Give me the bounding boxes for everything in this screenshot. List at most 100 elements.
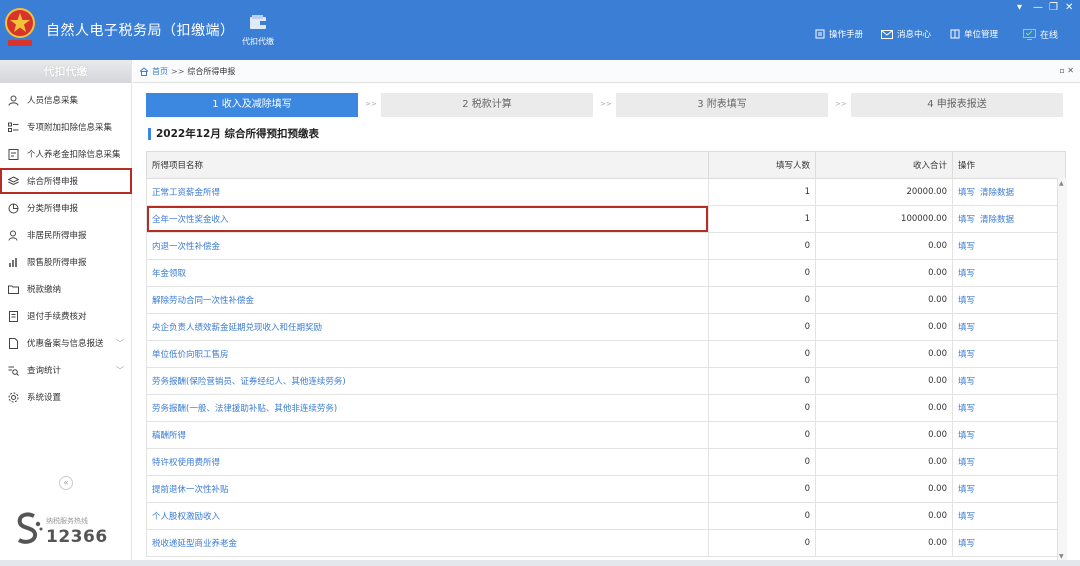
fill-link[interactable]: 填写 [958, 215, 975, 225]
sidebar-item-special-deduction[interactable]: 专项附加扣除信息采集 [0, 114, 132, 140]
step-income-deduction[interactable]: 1 收入及减除填写 [146, 93, 358, 117]
income-total: 0.00 [815, 340, 953, 368]
col-count: 填写人数 [708, 151, 816, 179]
module-label: 代扣代缴 [242, 37, 274, 46]
manual-label: 操作手册 [829, 30, 864, 40]
income-item-link[interactable]: 劳务报酬(保险营销员、证券经纪人、其他连续劳务) [146, 367, 709, 395]
table-header-row: 所得项目名称 填写人数 收入合计 操作 [146, 151, 1066, 179]
minimize-icon[interactable]: — [1033, 2, 1043, 13]
income-item-link[interactable]: 税收递延型商业养老金 [146, 529, 709, 557]
main-content: 首页 >> 综合所得申报 ▫ ✕ 1 收入及减除填写 >> 2 税款计算 >> … [133, 60, 1080, 566]
income-item-link[interactable]: 央企负责人绩效薪金延期兑现收入和任期奖励 [146, 313, 709, 341]
close-icon[interactable]: ✕ [1065, 2, 1073, 13]
income-item-link[interactable]: 全年一次性奖金收入 [146, 205, 709, 233]
step-submit[interactable]: 4 申报表报送 [851, 93, 1063, 117]
table-row: 个人股权激励收入 0 0.00 填写 [146, 502, 1066, 530]
clear-data-link[interactable]: 清除数据 [980, 188, 1014, 198]
income-item-link[interactable]: 个人股权激励收入 [146, 502, 709, 530]
unit-management-link[interactable]: 单位管理 [950, 28, 998, 40]
income-item-link[interactable]: 内退一次性补偿金 [146, 232, 709, 260]
operation-cell: 填写 [952, 286, 1066, 314]
layers-icon [8, 175, 19, 185]
income-item-link[interactable]: 解除劳动合同一次性补偿金 [146, 286, 709, 314]
sidebar-item-restricted-stock[interactable]: 限售股所得申报 [0, 249, 132, 275]
sidebar-item-comprehensive-income[interactable]: 综合所得申报 [0, 168, 132, 194]
filled-count: 0 [708, 259, 816, 287]
operation-cell: 填写 [952, 529, 1066, 557]
income-item-link[interactable]: 单位低价向职工售房 [146, 340, 709, 368]
sidebar-item-query-statistics[interactable]: 查询统计 ﹀ [0, 357, 132, 383]
fill-link[interactable]: 填写 [958, 296, 975, 306]
income-item-link[interactable]: 年金领取 [146, 259, 709, 287]
income-item-link[interactable]: 提前退休一次性补贴 [146, 475, 709, 503]
tab-controls[interactable]: ▫ ✕ [1059, 66, 1074, 75]
step-attachment[interactable]: 3 附表填写 [616, 93, 828, 117]
fill-link[interactable]: 填写 [958, 431, 975, 441]
filled-count: 1 [708, 178, 816, 206]
bottom-strip [0, 560, 1080, 566]
app-title: 自然人电子税务局（扣缴端） [46, 23, 235, 39]
fill-link[interactable]: 填写 [958, 485, 975, 495]
income-total: 0.00 [815, 259, 953, 287]
message-center-link[interactable]: 消息中心 [881, 28, 931, 40]
fill-link[interactable]: 填写 [958, 323, 975, 333]
filled-count: 0 [708, 529, 816, 557]
fill-link[interactable]: 填写 [958, 458, 975, 468]
restore-icon[interactable]: ❐ [1049, 2, 1058, 13]
sidebar-item-fee-refund-check[interactable]: 退付手续费核对 [0, 303, 132, 329]
sidebar-item-personnel-info[interactable]: 人员信息采集 [0, 87, 132, 113]
fill-link[interactable]: 填写 [958, 404, 975, 414]
fill-link[interactable]: 填写 [958, 377, 975, 387]
menu-dropdown-icon[interactable]: ▾ [1017, 2, 1022, 13]
sidebar-item-system-settings[interactable]: 系统设置 [0, 384, 132, 410]
scroll-down-icon[interactable]: ▼ [1059, 553, 1064, 560]
fill-link[interactable]: 填写 [958, 512, 975, 522]
module-withholding-button[interactable]: 代扣代缴 [238, 14, 278, 47]
breadcrumb-home-link[interactable]: 首页 [152, 66, 168, 77]
sidebar-item-nonresident-income[interactable]: 非居民所得申报 [0, 222, 132, 248]
fill-link[interactable]: 填写 [958, 539, 975, 549]
operation-cell: 填写 [952, 313, 1066, 341]
breadcrumb: 首页 >> 综合所得申报 ▫ ✕ [133, 60, 1080, 83]
operation-cell: 填写 [952, 259, 1066, 287]
col-income: 收入合计 [815, 151, 953, 179]
sidebar-item-tax-payment[interactable]: 税款缴纳 [0, 276, 132, 302]
operation-cell: 填写 [952, 475, 1066, 503]
income-total: 0.00 [815, 232, 953, 260]
income-total: 0.00 [815, 421, 953, 449]
person-icon [8, 95, 19, 106]
fill-link[interactable]: 填写 [958, 269, 975, 279]
sidebar-item-classified-income[interactable]: 分类所得申报 [0, 195, 132, 221]
online-status[interactable]: 在线 [1023, 28, 1058, 41]
income-item-link[interactable]: 劳务报酬(一般、法律援助补贴、其他非连续劳务) [146, 394, 709, 422]
scroll-up-icon[interactable]: ▲ [1059, 180, 1064, 187]
income-total: 0.00 [815, 394, 953, 422]
sidebar-item-preferential-filing[interactable]: 优惠备案与信息报送 ﹀ [0, 330, 132, 356]
income-item-link[interactable]: 特许权使用费所得 [146, 448, 709, 476]
income-item-link[interactable]: 稿酬所得 [146, 421, 709, 449]
income-item-link[interactable]: 正常工资薪金所得 [146, 178, 709, 206]
fill-link[interactable]: 填写 [958, 242, 975, 252]
manual-icon [815, 29, 825, 39]
hotline-label: 纳税服务热线 [46, 517, 88, 525]
operation-cell: 填写 清除数据 [952, 178, 1066, 206]
fill-link[interactable]: 填写 [958, 188, 975, 198]
income-total: 100000.00 [815, 205, 953, 233]
file-icon [9, 337, 18, 349]
income-table: 所得项目名称 填写人数 收入合计 操作 正常工资薪金所得 1 20000.00 填写清… [146, 151, 1066, 557]
sidebar-item-pension-deduction[interactable]: 个人养老金扣除信息采集 [0, 141, 132, 167]
table-row: 全年一次性奖金收入 1 100000.00 填写 清除数据 [146, 205, 1066, 233]
fill-link[interactable]: 填写 [958, 350, 975, 360]
sidebar-collapse-button[interactable]: « [59, 476, 73, 490]
service-hotline: 纳税服务热线 12366 [14, 512, 107, 549]
clear-data-link[interactable]: 清除数据 [980, 215, 1014, 225]
table-row: 央企负责人绩效薪金延期兑现收入和任期奖励 0 0.00 填写 [146, 313, 1066, 341]
vertical-scrollbar[interactable]: ▲ ▼ [1057, 178, 1067, 562]
table-row: 解除劳动合同一次性补偿金 0 0.00 填写 [146, 286, 1066, 314]
tax-emblem-logo [5, 8, 35, 46]
operation-cell: 填写 [952, 367, 1066, 395]
message-center-label: 消息中心 [897, 30, 932, 40]
step-tax-calculation[interactable]: 2 税款计算 [381, 93, 593, 117]
manual-link[interactable]: 操作手册 [815, 28, 863, 40]
table-title: 2022年12月 综合所得预扣预缴表 [148, 128, 319, 140]
